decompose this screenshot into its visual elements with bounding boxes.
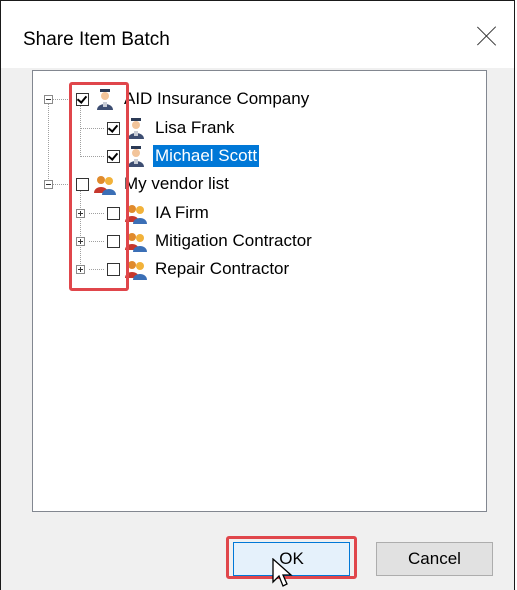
collapse-icon[interactable] xyxy=(44,95,53,104)
mouse-cursor-icon xyxy=(272,558,293,587)
checkbox-highlight-box xyxy=(69,82,129,291)
tree-item-label: My vendor list xyxy=(124,174,229,193)
tree-item-mitigation-contractor[interactable]: Mitigation Contractor xyxy=(107,229,314,253)
tree-item-label: Mitigation Contractor xyxy=(155,231,312,250)
tree-item-label: Michael Scott xyxy=(153,145,260,167)
close-icon[interactable] xyxy=(474,23,500,49)
cancel-button[interactable]: Cancel xyxy=(376,542,493,576)
collapse-icon[interactable] xyxy=(44,180,53,189)
tree-item-michael-scott[interactable]: Michael Scott xyxy=(107,144,260,168)
tree-line xyxy=(48,103,49,189)
tree-item-label: Repair Contractor xyxy=(155,259,290,278)
share-item-batch-dialog: Share Item Batch AID Insurance Company L… xyxy=(0,0,515,590)
dialog-title: Share Item Batch xyxy=(23,29,170,50)
tree-item-label: Lisa Frank xyxy=(155,118,235,137)
tree-item-label: IA Firm xyxy=(155,203,209,222)
title-bar: Share Item Batch xyxy=(1,1,514,68)
tree-item-repair-contractor[interactable]: Repair Contractor xyxy=(107,257,291,281)
tree-item-label: AID Insurance Company xyxy=(124,89,310,108)
